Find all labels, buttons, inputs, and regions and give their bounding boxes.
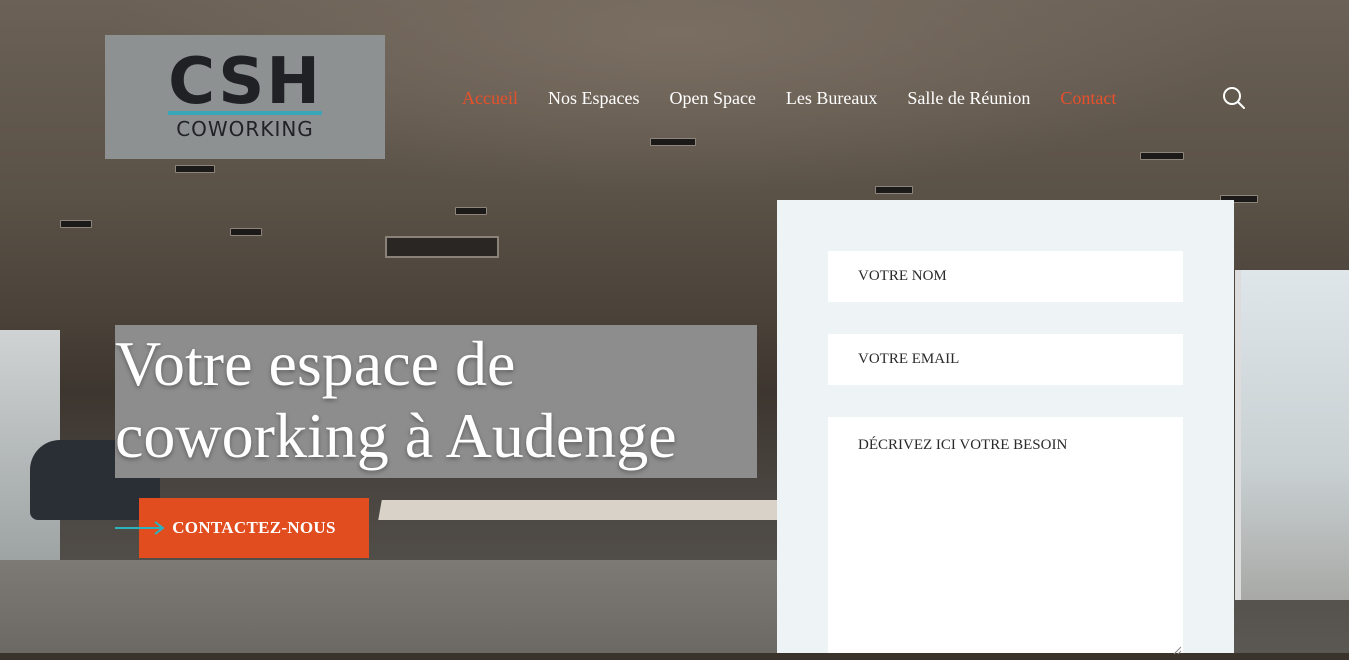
nav-item-accueil[interactable]: Accueil xyxy=(462,88,518,109)
name-field[interactable] xyxy=(828,251,1183,302)
contact-form xyxy=(777,200,1234,653)
background-table xyxy=(378,500,782,520)
nav-item-les-bureaux[interactable]: Les Bureaux xyxy=(786,88,877,109)
nav-item-nos-espaces[interactable]: Nos Espaces xyxy=(548,88,639,109)
ceiling-light xyxy=(230,228,262,236)
ceiling-light xyxy=(60,220,92,228)
nav-item-contact[interactable]: Contact xyxy=(1060,88,1116,109)
nav-item-open-space[interactable]: Open Space xyxy=(669,88,755,109)
hero-headline-line2: coworking à Audenge xyxy=(115,400,677,471)
ceiling-light xyxy=(650,138,696,146)
background-floor xyxy=(0,560,780,653)
ceiling-light xyxy=(455,207,487,215)
email-field[interactable] xyxy=(828,334,1183,385)
arrow-right-icon xyxy=(115,520,167,536)
logo-subtitle: COWORKING xyxy=(176,117,314,141)
ceiling-light xyxy=(1140,152,1184,160)
nav-item-salle-de-reunion[interactable]: Salle de Réunion xyxy=(907,88,1030,109)
ceiling-light xyxy=(875,186,913,194)
logo-mark: CSH xyxy=(168,45,322,119)
logo[interactable]: CSH COWORKING xyxy=(105,35,385,159)
resize-handle-icon[interactable] xyxy=(1172,642,1182,655)
hero-headline-line1: Votre espace de xyxy=(115,328,516,399)
contact-us-button[interactable]: CONTACTEZ-NOUS xyxy=(139,498,369,558)
search-icon[interactable] xyxy=(1222,86,1246,110)
hero-headline: Votre espace de coworking à Audenge xyxy=(115,328,775,472)
ceiling-vent xyxy=(385,236,499,258)
background-window-right xyxy=(1235,270,1349,600)
main-nav: Accueil Nos Espaces Open Space Les Burea… xyxy=(462,88,1116,109)
ceiling-light xyxy=(175,165,215,173)
need-description-field[interactable] xyxy=(828,417,1183,653)
